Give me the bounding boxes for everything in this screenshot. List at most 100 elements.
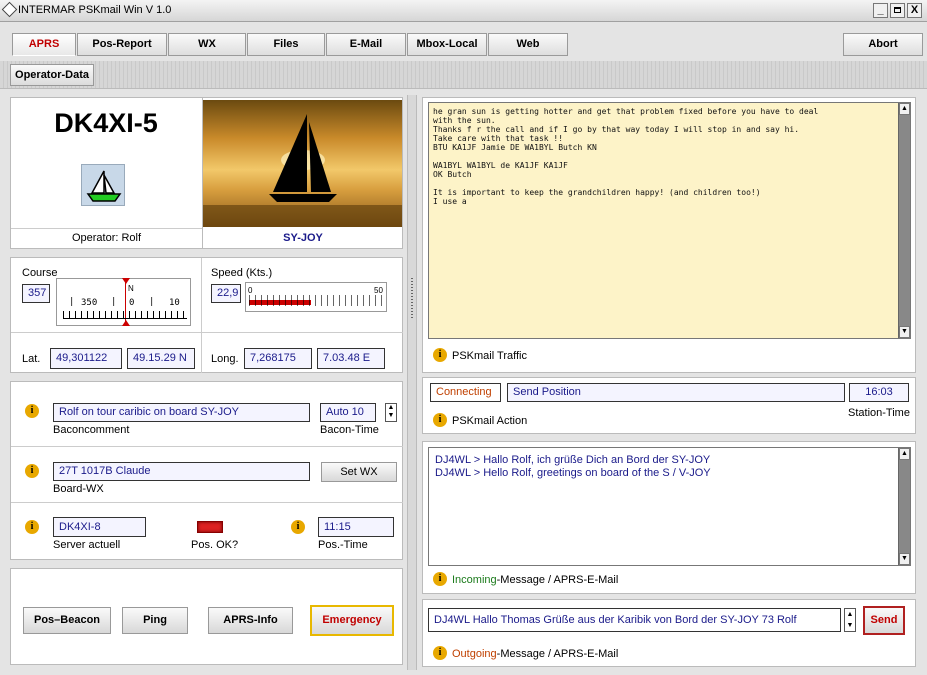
abort-button[interactable]: Abort: [843, 33, 923, 56]
lat-dm-field[interactable]: 49.15.29 N: [127, 348, 195, 369]
lat-decimal-field[interactable]: 49,301122: [50, 348, 122, 369]
traffic-textarea[interactable]: he gran sun is getting hotter and get th…: [428, 102, 911, 339]
boat-photo: [203, 100, 402, 227]
incoming-panel: DJ4WL > Hallo Rolf, ich grüße Dich an Bo…: [422, 441, 916, 594]
course-label: Course: [22, 267, 58, 279]
pos-ok-label: Pos. OK?: [191, 539, 239, 551]
outgoing-message-field[interactable]: DJ4WL Hallo Thomas Grüße aus der Karibik…: [428, 608, 841, 632]
traffic-panel: he gran sun is getting hotter and get th…: [422, 97, 916, 373]
info-icon[interactable]: i: [25, 404, 39, 418]
minimize-button[interactable]: _: [873, 3, 888, 18]
operator-data-button[interactable]: Operator-Data: [10, 64, 94, 86]
incoming-textarea[interactable]: DJ4WL > Hallo Rolf, ich grüße Dich an Bo…: [428, 447, 911, 566]
actions-panel: Pos–Beacon Ping APRS-Info Emergency: [10, 568, 403, 665]
tab-mbox-local[interactable]: Mbox-Local: [407, 33, 487, 56]
outgoing-word: Outgoing: [452, 648, 497, 660]
ping-button[interactable]: Ping: [122, 607, 188, 634]
operator-label: Operator: Rolf: [71, 232, 142, 244]
bacon-time-select[interactable]: Auto 10: [320, 403, 376, 422]
speed-gauge: 0 50: [245, 282, 387, 312]
scroll-down-icon[interactable]: ▼: [899, 326, 910, 338]
outgoing-suffix: -Message / APRS-E-Mail: [496, 648, 619, 660]
incoming-word: Incoming: [452, 574, 497, 586]
tab-wx[interactable]: WX: [168, 33, 246, 56]
info-icon[interactable]: i: [433, 348, 447, 362]
speed-field[interactable]: 22,9: [211, 284, 241, 303]
set-wx-button[interactable]: Set WX: [321, 462, 397, 482]
scroll-up-icon[interactable]: ▲: [899, 103, 910, 115]
speed-max: 50: [374, 286, 383, 295]
aprs-info-button[interactable]: APRS-Info: [208, 607, 293, 634]
station-time: 16:03: [849, 383, 909, 402]
pos-time-field[interactable]: 11:15: [318, 517, 394, 537]
maximize-button[interactable]: [890, 3, 905, 18]
server-field[interactable]: DK4XI-8: [53, 517, 146, 537]
outgoing-spinner[interactable]: ▲ ▼: [844, 608, 856, 632]
bacon-time-label: Bacon-Time: [320, 424, 379, 436]
tab-strip: APRS Pos-Report WX Files E-Mail Mbox-Loc…: [0, 23, 927, 61]
beacon-panel: i Rolf on tour caribic on board SY-JOY B…: [10, 381, 403, 560]
baconcomment-label: Baconcomment: [53, 424, 130, 436]
app-window: INTERMAR PSKmail Win V 1.0 _ X APRS Pos-…: [0, 0, 927, 675]
compass-350: 350: [81, 298, 98, 308]
boat-name: SY-JOY: [283, 232, 323, 244]
incoming-suffix: -Message / APRS-E-Mail: [496, 574, 619, 586]
close-button[interactable]: X: [907, 3, 922, 18]
compass-n: N: [128, 284, 134, 293]
title-bar: INTERMAR PSKmail Win V 1.0 _ X: [0, 0, 927, 22]
lat-label: Lat.: [22, 353, 41, 365]
info-icon[interactable]: i: [433, 572, 447, 586]
baconcomment-field[interactable]: Rolf on tour caribic on board SY-JOY: [53, 403, 310, 422]
action-command: Send Position: [507, 383, 845, 402]
splitter-grip: [411, 278, 413, 318]
incoming-label: Incoming-Message / APRS-E-Mail: [452, 574, 618, 586]
compass-10: 10: [169, 298, 180, 308]
info-icon[interactable]: i: [433, 646, 447, 660]
traffic-scrollbar[interactable]: ▲ ▼: [898, 103, 910, 338]
course-field[interactable]: 357: [22, 284, 50, 303]
server-label: Server actuell: [53, 539, 121, 551]
speed-label: Speed (Kts.): [211, 267, 273, 279]
pos-time-label: Pos.-Time: [318, 539, 368, 551]
connection-status: Connecting: [430, 383, 501, 402]
board-wx-field[interactable]: 27T 1017B Claude: [53, 462, 310, 481]
board-wx-label: Board-WX: [53, 483, 104, 495]
info-icon[interactable]: i: [25, 520, 39, 534]
traffic-text: he gran sun is getting hotter and get th…: [433, 107, 819, 206]
pos-ok-led: [197, 521, 223, 533]
compass-0: 0: [129, 298, 135, 308]
window-title: INTERMAR PSKmail Win V 1.0: [18, 4, 172, 16]
scroll-down-icon[interactable]: ▼: [899, 553, 910, 565]
tab-web[interactable]: Web: [488, 33, 568, 56]
scroll-up-icon[interactable]: ▲: [899, 448, 910, 460]
send-button[interactable]: Send: [863, 606, 905, 635]
bacon-time-spinner[interactable]: ▲ ▼: [385, 403, 397, 422]
pos-beacon-button[interactable]: Pos–Beacon: [23, 607, 111, 634]
long-dm-field[interactable]: 7.03.48 E: [317, 348, 385, 369]
splitter[interactable]: [407, 95, 417, 670]
action-label: PSKmail Action: [452, 415, 528, 427]
emergency-button[interactable]: Emergency: [310, 605, 394, 636]
station-time-label: Station-Time: [848, 407, 910, 419]
info-icon[interactable]: i: [25, 464, 39, 478]
incoming-line: DJ4WL > Hello Rolf, greetings on board o…: [435, 467, 711, 479]
app-icon: [1, 1, 18, 18]
navigation-panel: Course 357 N | 350 | 0 | 10 Speed (Kts.)…: [10, 257, 403, 373]
tab-pos-report[interactable]: Pos-Report: [77, 33, 167, 56]
callsign: DK4XI-5: [54, 108, 158, 138]
long-decimal-field[interactable]: 7,268175: [244, 348, 312, 369]
tab-files[interactable]: Files: [247, 33, 325, 56]
compass-ticks: [63, 311, 187, 319]
speed-min: 0: [248, 286, 253, 295]
traffic-label: PSKmail Traffic: [452, 350, 527, 362]
tab-email[interactable]: E-Mail: [326, 33, 406, 56]
long-label: Long.: [211, 353, 239, 365]
station-panel: DK4XI-5 Operator: Rolf SY-JOY: [10, 97, 403, 249]
outgoing-panel: DJ4WL Hallo Thomas Grüße aus der Karibik…: [422, 599, 916, 667]
course-marker-bottom: [122, 320, 130, 326]
info-icon[interactable]: i: [433, 413, 447, 427]
tab-aprs[interactable]: APRS: [12, 33, 76, 56]
incoming-scrollbar[interactable]: ▲ ▼: [898, 448, 910, 565]
info-icon[interactable]: i: [291, 520, 305, 534]
incoming-line: DJ4WL > Hallo Rolf, ich grüße Dich an Bo…: [435, 454, 711, 466]
